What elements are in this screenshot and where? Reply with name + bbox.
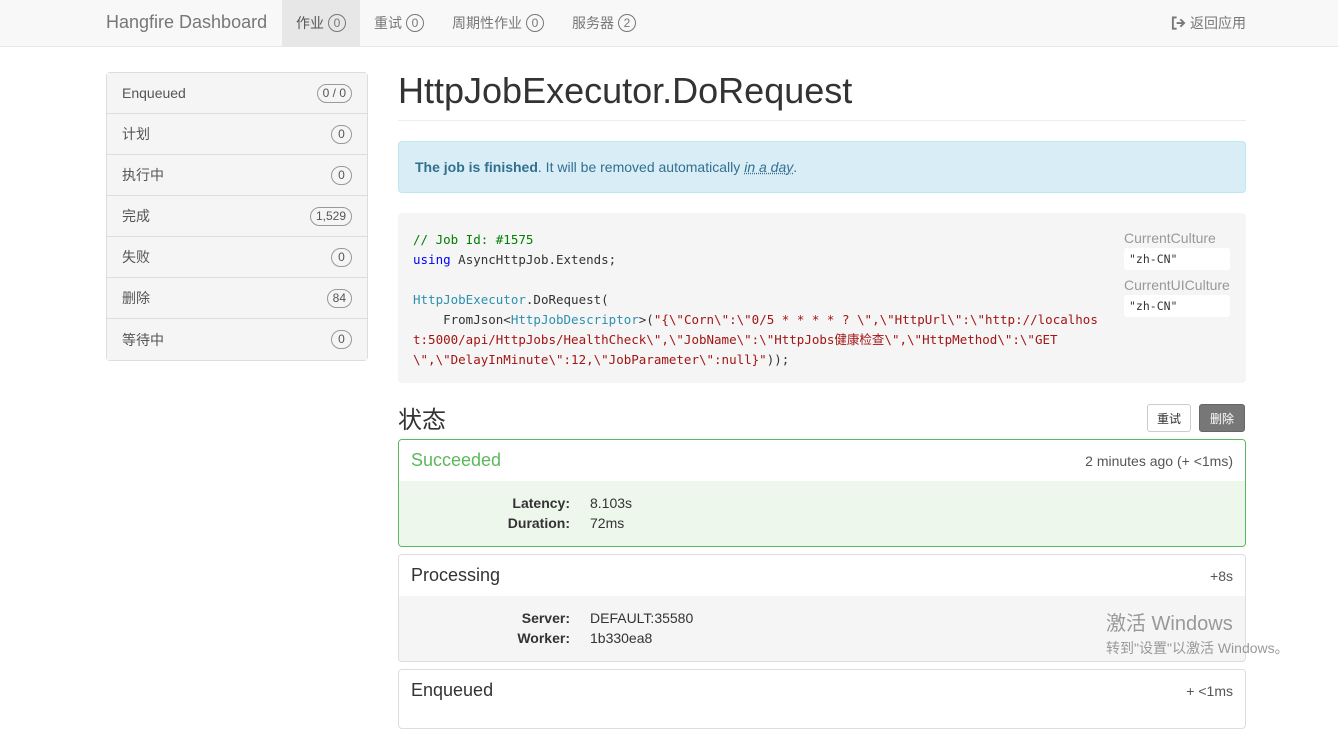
nav-jobs[interactable]: 作业 0 <box>282 0 360 46</box>
current-culture-label: CurrentCulture <box>1124 230 1216 246</box>
sidebar-item-count: 0 / 0 <box>316 83 352 103</box>
code-json-string-line3: \",\"DelayInMinute\":12,\"JobParameter\"… <box>413 352 767 367</box>
state-panel-succeeded: Succeeded 2 minutes ago (+ <1ms) Latency… <box>398 439 1246 547</box>
state-field-key: Latency: <box>512 495 570 511</box>
requeue-button[interactable]: 重试 <box>1147 404 1191 432</box>
nav-retries[interactable]: 重试 0 <box>360 0 438 46</box>
state-time: + <1ms <box>1186 682 1233 699</box>
current-culture: CurrentCulture "zh-CN" <box>1124 230 1230 270</box>
code-call-end: )); <box>766 352 790 367</box>
state-name: Succeeded <box>411 450 502 470</box>
code-comment: // Job Id: #1575 <box>413 232 534 247</box>
state-panel-header: Succeeded 2 minutes ago (+ <1ms) <box>399 440 1245 481</box>
sign-out-icon <box>1171 16 1186 30</box>
sidebar-item-count: 0 <box>331 247 352 267</box>
state-time: +8s <box>1210 567 1233 584</box>
sidebar-item-count: 84 <box>326 288 352 308</box>
nav-recurring-count: 0 <box>526 14 544 32</box>
state-field-value: DEFAULT:35580 <box>590 610 694 626</box>
current-ui-culture: CurrentUICulture "zh-CN" <box>1124 277 1230 317</box>
sidebar-item-label: 删除 <box>122 290 150 306</box>
state-field-value: 1b330ea8 <box>590 630 653 646</box>
nav-jobs-label: 作业 <box>296 15 324 31</box>
code-method-call: .DoRequest( <box>525 292 609 307</box>
sidebar-item-count: 0 <box>331 165 352 185</box>
nav-servers[interactable]: 服务器 2 <box>558 0 650 46</box>
code-using-keyword: using <box>413 252 451 267</box>
state-field-value: 8.103s <box>590 495 633 511</box>
state-panel-body: Latency: 8.103s Duration: 72ms <box>399 481 1245 546</box>
sidebar-item-label: 执行中 <box>122 167 164 183</box>
back-to-app-label: 返回应用 <box>1190 15 1246 31</box>
code-fromjson: FromJson< <box>413 312 511 327</box>
sidebar-item-count: 1,529 <box>309 206 352 226</box>
nav-servers-count: 2 <box>618 14 636 32</box>
state-name: Enqueued <box>411 680 494 700</box>
nav-jobs-count: 0 <box>328 14 346 32</box>
current-culture-value: "zh-CN" <box>1124 248 1230 270</box>
watermark-title: 激活 Windows <box>1106 613 1233 635</box>
alert-relative-time: in a day <box>744 159 794 175</box>
state-field-row: Latency: 8.103s <box>399 493 1245 513</box>
state-field-key: Worker: <box>517 630 570 646</box>
nav-retries-count: 0 <box>406 14 424 32</box>
watermark-subtitle: 转到"设置"以激活 Windows。 <box>1106 640 1289 656</box>
top-navbar: Hangfire Dashboard 作业 0 重试 0 周期性作业 0 服务器… <box>0 0 1338 47</box>
sidebar-item-label: 等待中 <box>122 331 164 348</box>
sidebar-item-count: 0 <box>331 330 352 349</box>
nav-servers-label: 服务器 <box>572 15 614 31</box>
brand-link[interactable]: Hangfire Dashboard <box>106 12 267 32</box>
windows-activation-watermark: 激活 Windows 转到"设置"以激活 Windows。 <box>1106 612 1289 658</box>
state-panel-enqueued: Enqueued + <1ms <box>398 669 1246 729</box>
nav-recurring[interactable]: 周期性作业 0 <box>438 0 558 46</box>
sidebar-item-enqueued[interactable]: Enqueued 0 / 0 <box>107 73 367 114</box>
sidebar-item-label: 失败 <box>122 249 150 265</box>
code-json-string-line2: t:5000/api/HttpJobs/HealthCheck\",\"JobN… <box>413 332 1058 347</box>
back-to-app-link[interactable]: 返回应用 <box>1171 13 1246 33</box>
sidebar-item-deleted[interactable]: 删除 84 <box>107 278 367 319</box>
job-code-panel: // Job Id: #1575 using AsyncHttpJob.Exte… <box>398 213 1246 383</box>
code-descriptor-type: HttpJobDescriptor <box>510 312 639 327</box>
sidebar-item-label: Enqueued <box>122 85 186 101</box>
state-field-row: Duration: 72ms <box>399 513 1245 533</box>
state-time: 2 minutes ago (+ <1ms) <box>1085 452 1233 469</box>
nav-retries-label: 重试 <box>374 15 402 31</box>
state-field-key: Server: <box>521 610 570 626</box>
sidebar-item-count: 0 <box>331 124 352 144</box>
alert-bold-text: The job is finished <box>415 159 538 175</box>
sidebar-item-succeeded[interactable]: 完成 1,529 <box>107 196 367 237</box>
page-title: HttpJobExecutor.DoRequest <box>398 70 1246 121</box>
state-section-title: 状态 <box>398 407 446 434</box>
sidebar-item-processing[interactable]: 执行中 0 <box>107 155 367 196</box>
nav-recurring-label: 周期性作业 <box>452 15 522 31</box>
sidebar-item-failed[interactable]: 失败 0 <box>107 237 367 278</box>
state-field-key: Duration: <box>507 515 570 531</box>
alert-text: . It will be removed automatically <box>537 159 741 175</box>
sidebar-item-awaiting[interactable]: 等待中 0 <box>107 319 367 360</box>
job-state-sidebar: Enqueued 0 / 0 计划 0 执行中 0 完成 1,529 失败 0 … <box>106 72 368 361</box>
sidebar-item-label: 完成 <box>122 208 150 224</box>
job-finished-alert: The job is finished . It will be removed… <box>398 141 1246 193</box>
current-ui-culture-label: CurrentUICulture <box>1124 277 1230 293</box>
code-using-namespace: AsyncHttpJob.Extends; <box>450 252 617 267</box>
state-name: Processing <box>411 565 501 585</box>
state-field-value: 72ms <box>590 515 625 531</box>
job-code-block: // Job Id: #1575 using AsyncHttpJob.Exte… <box>413 230 1098 370</box>
alert-end: . <box>793 159 798 175</box>
current-ui-culture-value: "zh-CN" <box>1124 295 1230 317</box>
sidebar-item-label: 计划 <box>122 126 150 142</box>
main-nav: 作业 0 重试 0 周期性作业 0 服务器 2 <box>282 0 650 46</box>
state-panel-header: Enqueued + <1ms <box>399 670 1245 711</box>
state-panel-header: Processing +8s <box>399 555 1245 596</box>
sidebar-item-scheduled[interactable]: 计划 0 <box>107 114 367 155</box>
code-generic-close: >( <box>638 312 654 327</box>
code-json-string-line1: "{\"Corn\":\"0/5 * * * * ? \",\"HttpUrl\… <box>653 312 1098 327</box>
code-executor-type: HttpJobExecutor <box>413 292 526 307</box>
delete-button[interactable]: 删除 <box>1199 404 1245 432</box>
